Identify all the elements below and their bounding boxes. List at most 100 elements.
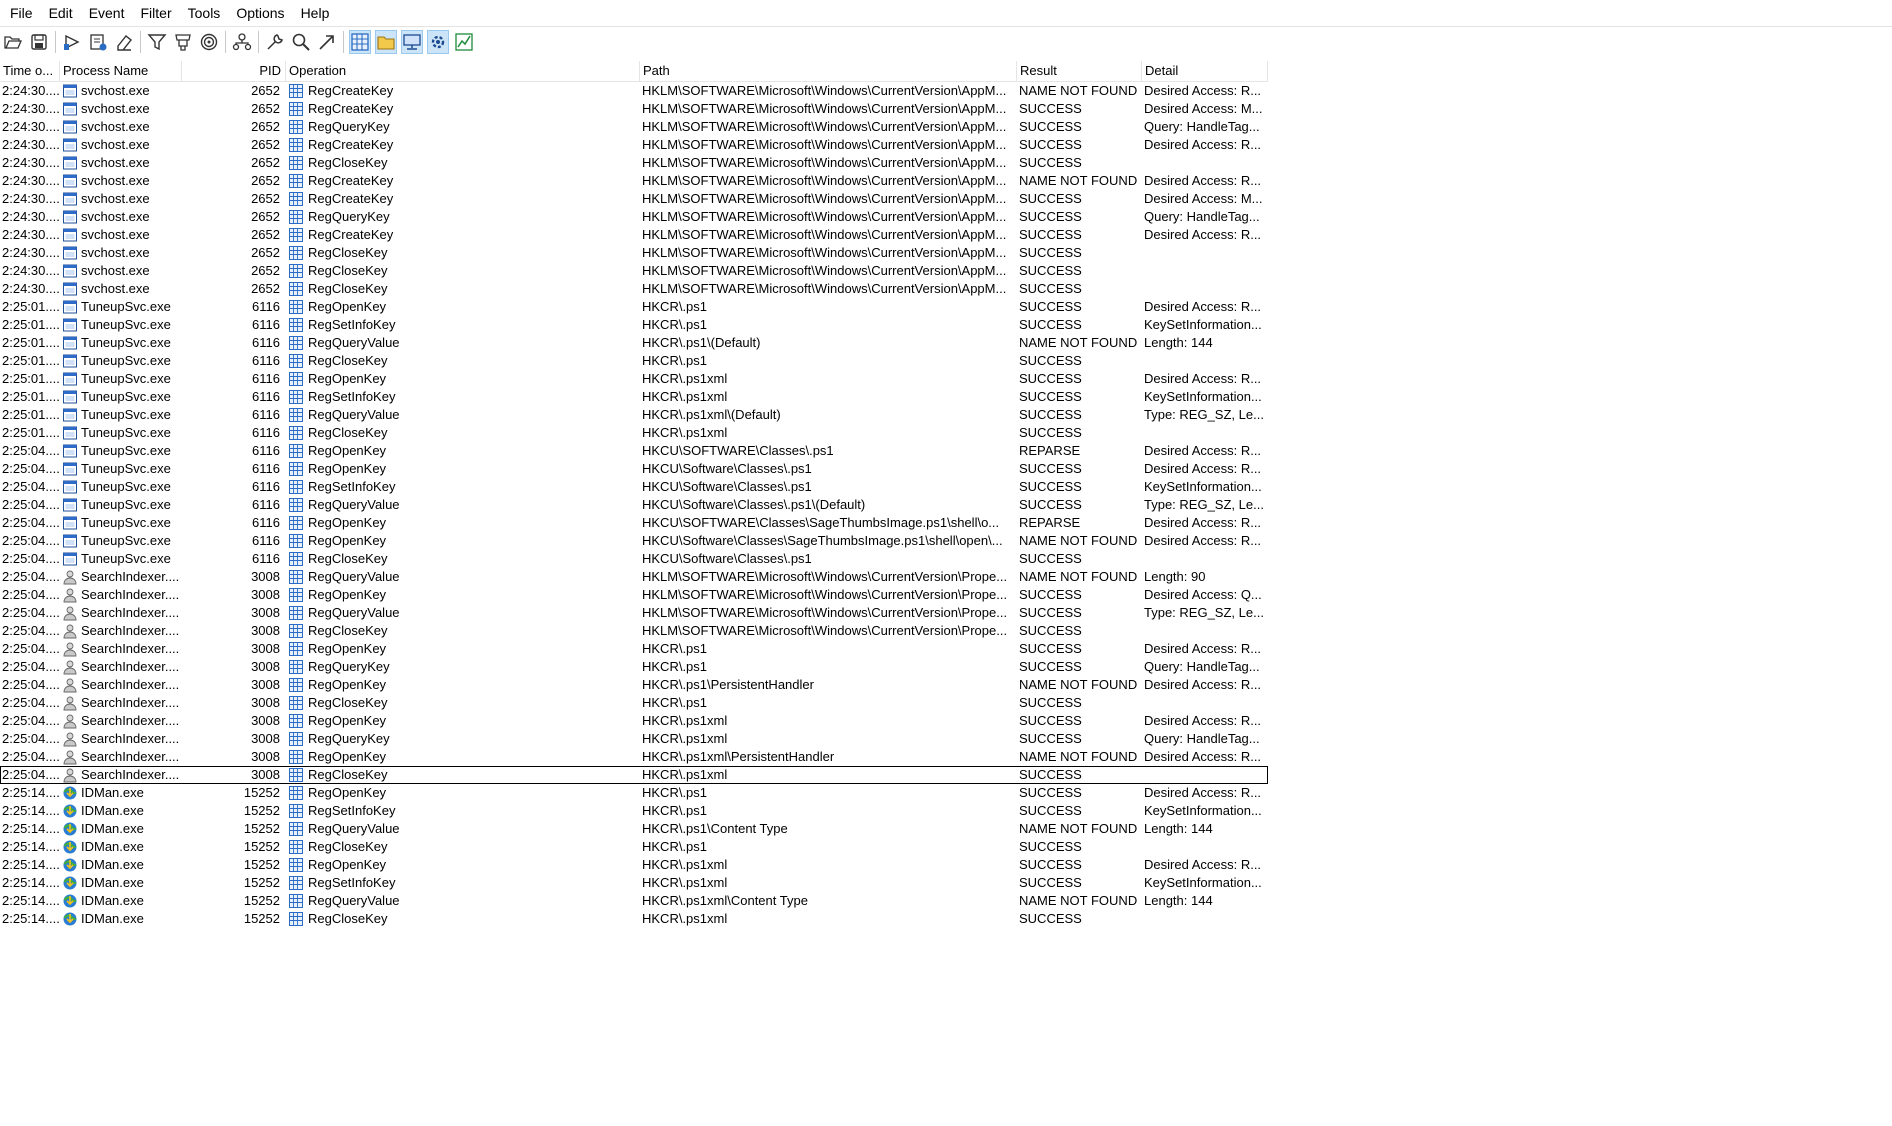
column-process-name[interactable]: Process Name — [60, 61, 182, 81]
toolbar-separator — [55, 31, 56, 53]
column-time[interactable]: Time o... — [0, 61, 60, 81]
time-cell: 2:25:04.... — [2, 623, 60, 638]
table-row[interactable]: 2:25:04.... TuneupSvc.exe 6116 RegQueryValu… — [0, 496, 1268, 514]
table-row[interactable]: 2:25:01.... TuneupSvc.exe 6116 RegSetInfoKe… — [0, 388, 1268, 406]
process-tree-icon[interactable] — [231, 30, 253, 54]
table-row[interactable]: 2:25:04.... SearchIndexer.... 3008 RegOpenK… — [0, 586, 1268, 604]
table-row[interactable]: 2:25:04.... TuneupSvc.exe 6116 RegSetInfoKe… — [0, 478, 1268, 496]
process-cell: TuneupSvc.exe — [60, 460, 182, 478]
menu-tools[interactable]: Tools — [180, 0, 229, 26]
table-row[interactable]: 2:25:14.... IDMan.exe 15252 RegCloseKey HKCR… — [0, 838, 1268, 856]
menu-event[interactable]: Event — [81, 0, 133, 26]
menu-help[interactable]: Help — [293, 0, 338, 26]
process-cell: SearchIndexer.... — [60, 730, 182, 748]
table-row[interactable]: 2:25:01.... TuneupSvc.exe 6116 RegSetInfoKe… — [0, 316, 1268, 334]
table-row[interactable]: 2:24:30.... svchost.exe 2652 RegCreateKey HK… — [0, 100, 1268, 118]
table-row[interactable]: 2:25:04.... TuneupSvc.exe 6116 RegOpenKey HK… — [0, 532, 1268, 550]
result-cell: SUCCESS — [1019, 353, 1082, 368]
table-row[interactable]: 2:25:04.... SearchIndexer.... 3008 RegClose… — [0, 694, 1268, 712]
column-operation[interactable]: Operation — [286, 61, 640, 81]
autoscroll-icon[interactable] — [87, 30, 109, 54]
operation-name: RegCreateKey — [308, 83, 394, 98]
table-row[interactable]: 2:25:04.... SearchIndexer.... 3008 RegQuery… — [0, 568, 1268, 586]
menu-edit[interactable]: Edit — [41, 0, 81, 26]
table-row[interactable]: 2:25:14.... IDMan.exe 15252 RegSetInfoKey HK… — [0, 802, 1268, 820]
table-row[interactable]: 2:25:04.... SearchIndexer.... 3008 RegOpenK… — [0, 712, 1268, 730]
table-row[interactable]: 2:25:01.... TuneupSvc.exe 6116 RegCloseKey H… — [0, 352, 1268, 370]
registry-icon — [288, 515, 304, 531]
table-row[interactable]: 2:25:14.... IDMan.exe 15252 RegCloseKey HKCR… — [0, 910, 1268, 928]
table-row[interactable]: 2:24:30.... svchost.exe 2652 RegCloseKey HKL… — [0, 280, 1268, 298]
table-row[interactable]: 2:25:14.... IDMan.exe 15252 RegSetInfoKey HK… — [0, 874, 1268, 892]
result-cell: SUCCESS — [1019, 317, 1082, 332]
table-row[interactable]: 2:25:04.... TuneupSvc.exe 6116 RegOpenKey HK… — [0, 460, 1268, 478]
table-row[interactable]: 2:25:04.... SearchIndexer.... 3008 RegOpenK… — [0, 676, 1268, 694]
table-row[interactable]: 2:25:04.... SearchIndexer.... 3008 RegOpenK… — [0, 640, 1268, 658]
table-row[interactable]: 2:25:04.... SearchIndexer.... 3008 RegOpenK… — [0, 748, 1268, 766]
properties-icon[interactable] — [264, 30, 286, 54]
column-result[interactable]: Result — [1017, 61, 1142, 81]
table-row[interactable]: 2:24:30.... svchost.exe 2652 RegCreateKey HK… — [0, 190, 1268, 208]
jump-to-icon[interactable] — [316, 30, 338, 54]
operation-name: RegOpenKey — [308, 515, 387, 530]
time-cell: 2:25:04.... — [2, 461, 60, 476]
path-cell: HKCR\.ps1xml — [642, 857, 728, 872]
include-process-icon[interactable] — [198, 30, 220, 54]
registry-activity-icon[interactable] — [349, 30, 371, 54]
table-row[interactable]: 2:25:01.... TuneupSvc.exe 6116 RegOpenKey HK… — [0, 370, 1268, 388]
operation-name: RegCloseKey — [308, 839, 388, 854]
file-system-activity-icon[interactable] — [375, 30, 397, 54]
table-row[interactable]: 2:24:30.... svchost.exe 2652 RegCreateKey HK… — [0, 172, 1268, 190]
open-icon[interactable] — [2, 30, 24, 54]
process-thread-activity-icon[interactable] — [427, 30, 449, 54]
find-icon[interactable] — [290, 30, 312, 54]
table-row[interactable]: 2:25:14.... IDMan.exe 15252 RegOpenKey HKCR\… — [0, 784, 1268, 802]
table-row[interactable]: 2:24:30.... svchost.exe 2652 RegQueryKey HKL… — [0, 208, 1268, 226]
table-row[interactable]: 2:25:04.... SearchIndexer.... 3008 RegClose… — [0, 622, 1268, 640]
table-row[interactable]: 2:25:01.... TuneupSvc.exe 6116 RegQueryValu… — [0, 406, 1268, 424]
column-detail[interactable]: Detail — [1142, 61, 1268, 81]
table-row[interactable]: 2:25:01.... TuneupSvc.exe 6116 RegQueryValu… — [0, 334, 1268, 352]
operation-name: RegCloseKey — [308, 623, 388, 638]
table-row[interactable]: 2:25:04.... SearchIndexer.... 3008 RegQuery… — [0, 604, 1268, 622]
operation-cell: RegQueryKey — [286, 118, 640, 136]
table-row[interactable]: 2:25:14.... IDMan.exe 15252 RegQueryValue HK… — [0, 892, 1268, 910]
menu-filter[interactable]: Filter — [133, 0, 180, 26]
process-name: TuneupSvc.exe — [81, 371, 171, 386]
table-row[interactable]: 2:24:30.... svchost.exe 2652 RegCreateKey HK… — [0, 136, 1268, 154]
registry-icon — [288, 155, 304, 171]
table-row[interactable]: 2:25:01.... TuneupSvc.exe 6116 RegCloseKey H… — [0, 424, 1268, 442]
menu-file[interactable]: File — [2, 0, 41, 26]
column-pid[interactable]: PID — [182, 61, 286, 81]
capture-icon[interactable] — [61, 30, 83, 54]
table-row[interactable]: 2:25:01.... TuneupSvc.exe 6116 RegOpenKey HK… — [0, 298, 1268, 316]
time-cell: 2:25:14.... — [2, 857, 60, 872]
table-row[interactable]: 2:24:30.... svchost.exe 2652 RegCloseKey HKL… — [0, 154, 1268, 172]
table-row[interactable]: 2:24:30.... svchost.exe 2652 RegCreateKey HK… — [0, 226, 1268, 244]
process-cell: TuneupSvc.exe — [60, 442, 182, 460]
menu-options[interactable]: Options — [228, 0, 292, 26]
column-path[interactable]: Path — [640, 61, 1017, 81]
table-row[interactable]: 2:25:04.... SearchIndexer.... 3008 RegClose… — [0, 766, 1268, 784]
table-row[interactable]: 2:24:30.... svchost.exe 2652 RegCloseKey HKL… — [0, 262, 1268, 280]
table-row[interactable]: 2:25:04.... SearchIndexer.... 3008 RegQuery… — [0, 730, 1268, 748]
table-row[interactable]: 2:25:04.... TuneupSvc.exe 6116 RegCloseKey H… — [0, 550, 1268, 568]
table-row[interactable]: 2:25:14.... IDMan.exe 15252 RegOpenKey HKCR\… — [0, 856, 1268, 874]
save-icon[interactable] — [28, 30, 50, 54]
table-row[interactable]: 2:25:04.... TuneupSvc.exe 6116 RegOpenKey HK… — [0, 514, 1268, 532]
operation-name: RegOpenKey — [308, 371, 387, 386]
table-row[interactable]: 2:24:30.... svchost.exe 2652 RegCloseKey HKL… — [0, 244, 1268, 262]
table-row[interactable]: 2:25:04.... TuneupSvc.exe 6116 RegOpenKey HK… — [0, 442, 1268, 460]
clear-icon[interactable] — [113, 30, 135, 54]
table-row[interactable]: 2:24:30.... svchost.exe 2652 RegQueryKey HKL… — [0, 118, 1268, 136]
detail-cell — [1142, 910, 1268, 928]
table-row[interactable]: 2:24:30.... svchost.exe 2652 RegCreateKey HK… — [0, 82, 1268, 100]
table-row[interactable]: 2:25:04.... SearchIndexer.... 3008 RegQuery… — [0, 658, 1268, 676]
time-cell: 2:25:14.... — [2, 893, 60, 908]
network-activity-icon[interactable] — [401, 30, 423, 54]
svchost-icon — [62, 101, 78, 117]
table-row[interactable]: 2:25:14.... IDMan.exe 15252 RegQueryValue HK… — [0, 820, 1268, 838]
profiling-events-icon[interactable] — [453, 30, 475, 54]
highlight-icon[interactable] — [172, 30, 194, 54]
filter-icon[interactable] — [146, 30, 168, 54]
